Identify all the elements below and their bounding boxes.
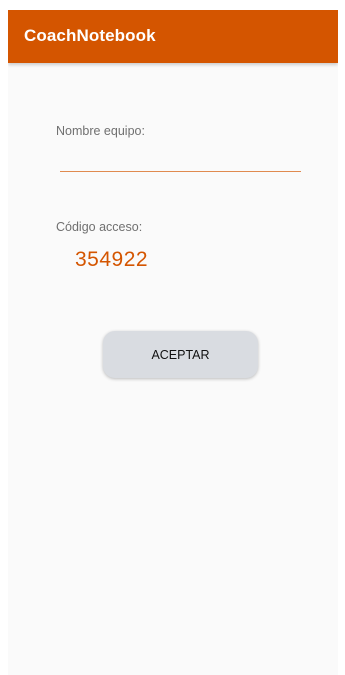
team-name-label: Nombre equipo: [56, 124, 145, 138]
access-code-label: Código acceso: [56, 220, 143, 234]
app-screen: CoachNotebook Nombre equipo: Código acce… [8, 10, 338, 675]
app-bar: CoachNotebook [8, 10, 338, 63]
accept-button[interactable]: ACEPTAR [103, 331, 258, 378]
access-code-value: 354922 [75, 248, 149, 271]
team-name-input[interactable] [60, 150, 301, 172]
app-title: CoachNotebook [24, 26, 156, 45]
